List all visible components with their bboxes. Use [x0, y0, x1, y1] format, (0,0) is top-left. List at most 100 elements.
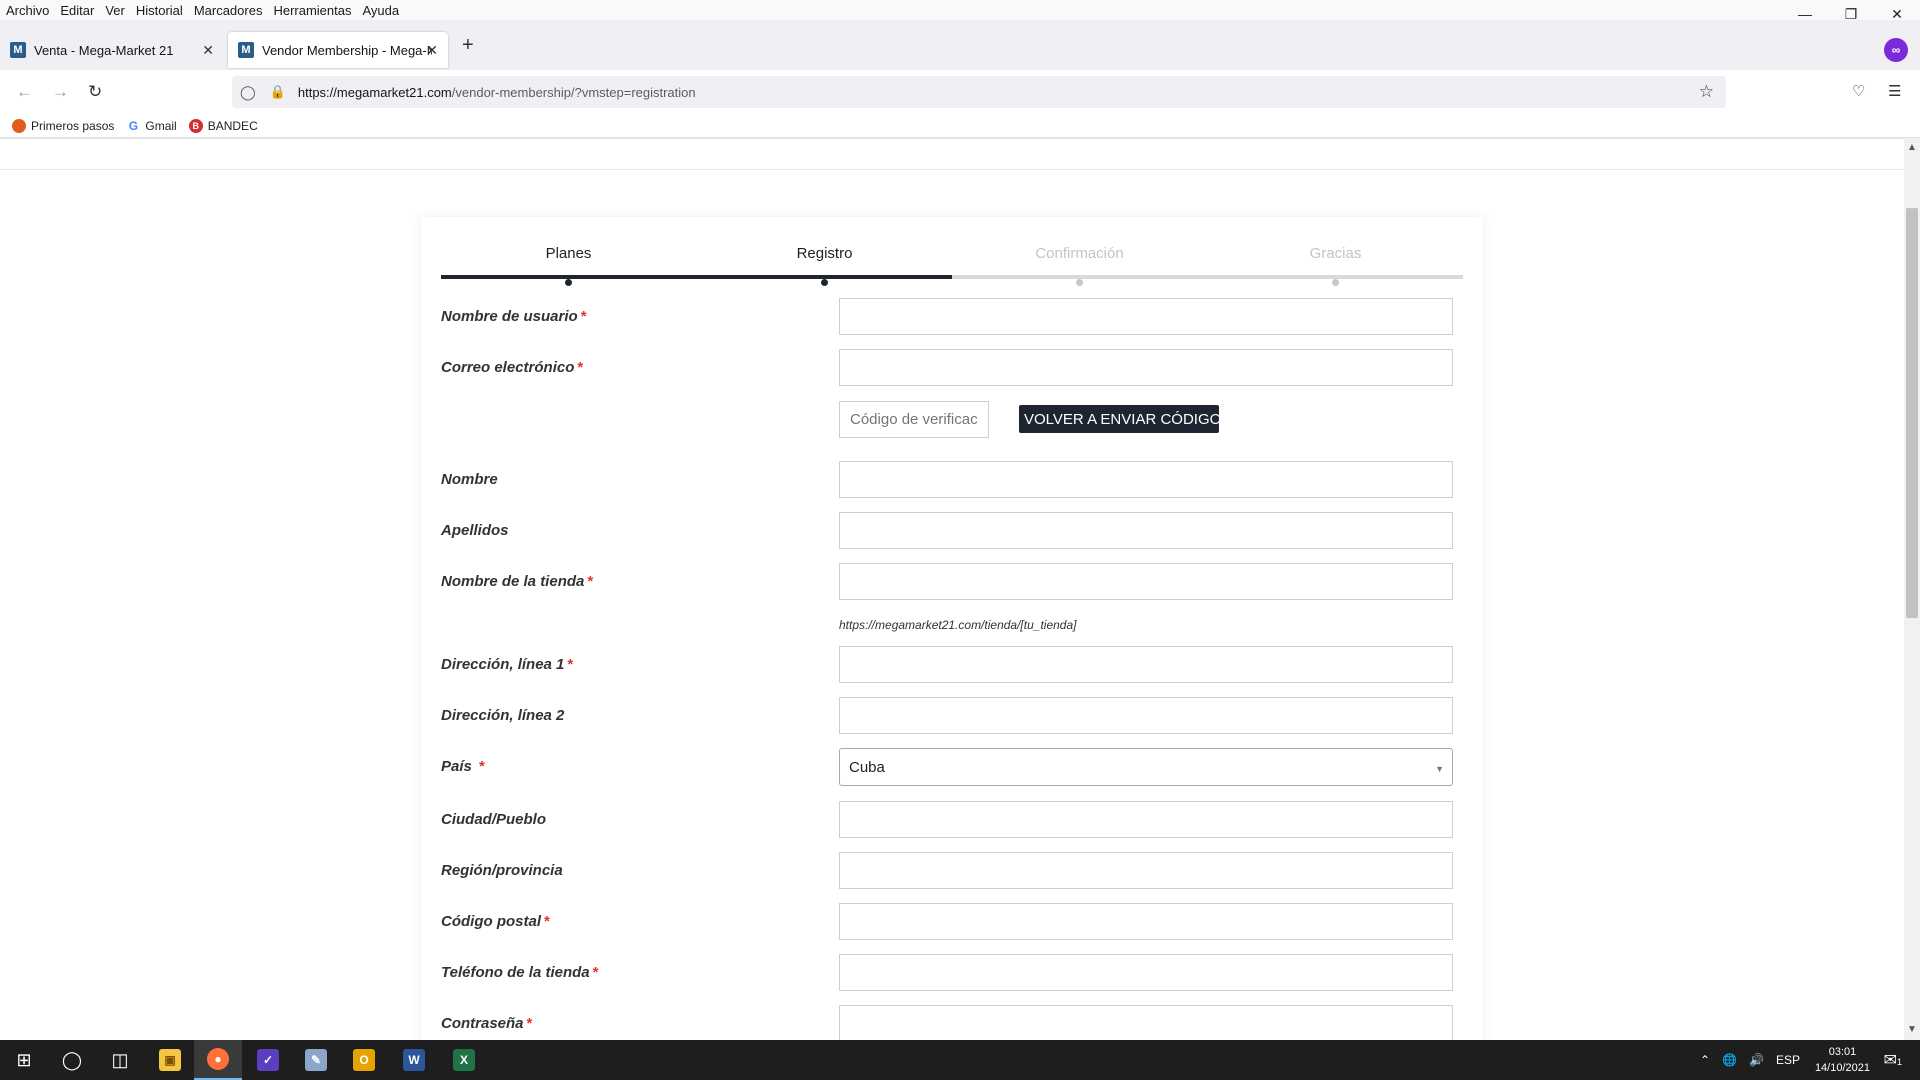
task-view-icon[interactable]: ◫ [96, 1040, 144, 1080]
network-icon[interactable]: 🌐 [1722, 1053, 1737, 1067]
scroll-up-icon[interactable]: ▲ [1907, 142, 1917, 153]
password-label: Contraseña * [441, 1015, 533, 1032]
language-indicator[interactable]: ESP [1776, 1053, 1800, 1067]
store-url-hint: https://megamarket21.com/tienda/[tu_tien… [839, 618, 1077, 632]
progress-fill [441, 275, 952, 279]
shield-icon[interactable]: ◯ [240, 84, 256, 101]
menu-bar: Archivo Editar Ver Historial Marcadores … [0, 0, 1920, 20]
username-input[interactable] [839, 298, 1453, 335]
lock-icon[interactable]: 🔒 [270, 84, 286, 100]
postcode-input[interactable] [839, 903, 1453, 940]
step-planes[interactable]: Planes [441, 245, 696, 262]
menu-herramientas[interactable]: Herramientas [273, 3, 351, 18]
tab-title: Venta - Mega-Market 21 [34, 42, 174, 58]
chevron-up-icon[interactable]: ⌃ [1700, 1053, 1710, 1067]
last-name-label: Apellidos [441, 522, 509, 539]
address1-input[interactable] [839, 646, 1453, 683]
word-taskbar-icon[interactable]: W [390, 1040, 438, 1080]
bookmarks-bar: Primeros pasos G Gmail B BANDEC [0, 114, 1920, 138]
username-label: Nombre de usuario * [441, 308, 587, 325]
first-name-input[interactable] [839, 461, 1453, 498]
menu-historial[interactable]: Historial [136, 3, 183, 18]
account-icon[interactable]: ∞ [1884, 38, 1908, 62]
new-tab-icon[interactable]: + [462, 34, 474, 57]
scroll-thumb[interactable] [1906, 208, 1918, 618]
phone-label: Teléfono de la tienda * [441, 964, 599, 981]
address2-input[interactable] [839, 697, 1453, 734]
url-bar[interactable]: ◯ 🔒 https://megamarket21.com /vendor-mem… [232, 76, 1726, 108]
file-explorer-icon[interactable]: ▣ [146, 1040, 194, 1080]
url-host: https://megamarket21.com [297, 84, 452, 100]
close-tab-icon[interactable]: ✕ [202, 42, 214, 59]
step-gracias: Gracias [1309, 245, 1362, 262]
bookmark-bandec[interactable]: B BANDEC [188, 118, 258, 133]
windows-taskbar: ⊞ ◯ ◫ ▣ ● ✓ ✎ O W X ⌃ 🌐 🔊 ESP 03:01 14/1… [0, 1040, 1920, 1080]
paint-taskbar-icon[interactable]: ✎ [292, 1040, 340, 1080]
firefox-icon [12, 118, 26, 133]
bookmark-star-icon[interactable]: ☆ [1699, 82, 1714, 102]
hamburger-menu-icon[interactable]: ☰ [1888, 82, 1901, 100]
clock-time: 03:01 [1828, 1046, 1857, 1058]
region-input[interactable] [839, 852, 1453, 889]
close-tab-icon[interactable]: ✕ [426, 42, 438, 59]
volume-icon[interactable]: 🔊 [1749, 1053, 1764, 1067]
tab-vendor-membership[interactable]: M Vendor Membership - Mega-M ✕ [228, 32, 448, 68]
google-icon: G [126, 118, 141, 133]
step-registro[interactable]: Registro [697, 245, 952, 262]
bookmark-label: Gmail [145, 118, 177, 133]
country-select[interactable]: Cuba ▼ [839, 748, 1453, 786]
step-confirmacion: Confirmación [1035, 245, 1124, 262]
last-name-input[interactable] [839, 512, 1453, 549]
password-input[interactable] [839, 1005, 1453, 1040]
notifications-icon[interactable]: ✉1 [1884, 1050, 1902, 1070]
bookmark-gmail[interactable]: G Gmail [126, 118, 177, 133]
forward-icon[interactable]: → [52, 82, 69, 102]
address2-label: Dirección, línea 2 [441, 707, 565, 724]
search-icon[interactable]: ◯ [48, 1040, 96, 1080]
megamarket-favicon-icon: M [238, 42, 254, 58]
resend-code-button[interactable]: VOLVER A ENVIAR CÓDIGO [1019, 405, 1219, 433]
registration-card: Planes Registro Confirmación Gracias Nom… [421, 217, 1483, 1040]
step-dot-confirmacion [1076, 279, 1083, 286]
menu-editar[interactable]: Editar [60, 3, 94, 18]
page-scrollbar[interactable]: ▲ ▼ [1904, 138, 1920, 1040]
reload-icon[interactable]: ↻ [88, 82, 102, 102]
menu-ver[interactable]: Ver [105, 3, 125, 18]
country-label: País * [441, 758, 485, 775]
outlook-taskbar-icon[interactable]: O [340, 1040, 388, 1080]
city-input[interactable] [839, 801, 1453, 838]
bookmark-label: Primeros pasos [31, 118, 115, 133]
address1-label: Dirección, línea 1 * [441, 656, 574, 673]
menu-ayuda[interactable]: Ayuda [362, 3, 399, 18]
scroll-down-icon[interactable]: ▼ [1907, 1024, 1917, 1035]
phone-input[interactable] [839, 954, 1453, 991]
app-taskbar-icon[interactable]: ✓ [244, 1040, 292, 1080]
tab-venta[interactable]: M Venta - Mega-Market 21 ✕ [0, 32, 224, 68]
region-label: Región/provincia [441, 862, 563, 879]
windows-start-icon[interactable]: ⊞ [0, 1040, 48, 1080]
pocket-icon[interactable]: ♡ [1852, 82, 1865, 100]
step-dot-registro [821, 279, 828, 286]
system-tray: ⌃ 🌐 🔊 ESP [1700, 1040, 1800, 1080]
postcode-label: Código postal * [441, 913, 550, 930]
first-name-label: Nombre [441, 471, 498, 488]
menu-marcadores[interactable]: Marcadores [194, 3, 263, 18]
menu-archivo[interactable]: Archivo [6, 3, 49, 18]
header-divider [0, 169, 1904, 170]
tab-bar: M Venta - Mega-Market 21 ✕ M Vendor Memb… [0, 20, 1920, 70]
bookmark-label: BANDEC [207, 118, 258, 133]
excel-taskbar-icon[interactable]: X [440, 1040, 488, 1080]
store-name-label: Nombre de la tienda * [441, 573, 594, 590]
email-label: Correo electrónico * [441, 359, 584, 376]
step-progress: Planes Registro Confirmación Gracias [441, 217, 1463, 287]
back-icon[interactable]: ← [16, 82, 33, 102]
verification-code-input[interactable] [839, 401, 989, 438]
store-name-input[interactable] [839, 563, 1453, 600]
clock[interactable]: 03:01 14/10/2021 [1815, 1044, 1870, 1076]
firefox-taskbar-icon[interactable]: ● [194, 1040, 242, 1080]
megamarket-favicon-icon: M [10, 42, 26, 58]
notification-count: 1 [1896, 1057, 1902, 1067]
bookmark-primeros-pasos[interactable]: Primeros pasos [12, 118, 115, 133]
email-input[interactable] [839, 349, 1453, 386]
clock-date: 14/10/2021 [1814, 1062, 1870, 1074]
